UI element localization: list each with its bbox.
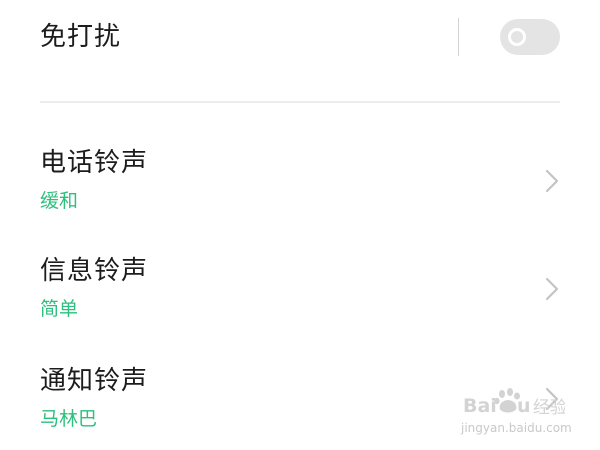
dnd-toggle[interactable] xyxy=(500,19,560,55)
setting-value-notification-ringtone: 马林巴 xyxy=(40,408,98,430)
chevron-right-icon xyxy=(545,387,559,411)
dnd-separator xyxy=(458,18,459,56)
toggle-knob xyxy=(508,28,526,46)
setting-row-message-ringtone[interactable]: 信息铃声 简单 xyxy=(0,240,600,340)
setting-title-phone-ringtone: 电话铃声 xyxy=(40,148,149,178)
dnd-row: 免打扰 xyxy=(0,0,600,80)
setting-title-notification-ringtone: 通知铃声 xyxy=(40,366,149,396)
section-divider xyxy=(40,101,560,103)
setting-row-phone-ringtone[interactable]: 电话铃声 缓和 xyxy=(0,132,600,232)
sound-settings-screen: 免打扰 电话铃声 缓和 信息铃声 简单 通知铃声 马林巴 Bai u 经验 ji… xyxy=(0,0,600,450)
setting-title-message-ringtone: 信息铃声 xyxy=(40,256,149,286)
dnd-label: 免打扰 xyxy=(40,22,122,52)
setting-value-phone-ringtone: 缓和 xyxy=(40,190,79,212)
setting-value-message-ringtone: 简单 xyxy=(40,298,79,320)
chevron-right-icon xyxy=(545,169,559,193)
chevron-right-icon xyxy=(545,277,559,301)
setting-row-notification-ringtone[interactable]: 通知铃声 马林巴 xyxy=(0,350,600,450)
